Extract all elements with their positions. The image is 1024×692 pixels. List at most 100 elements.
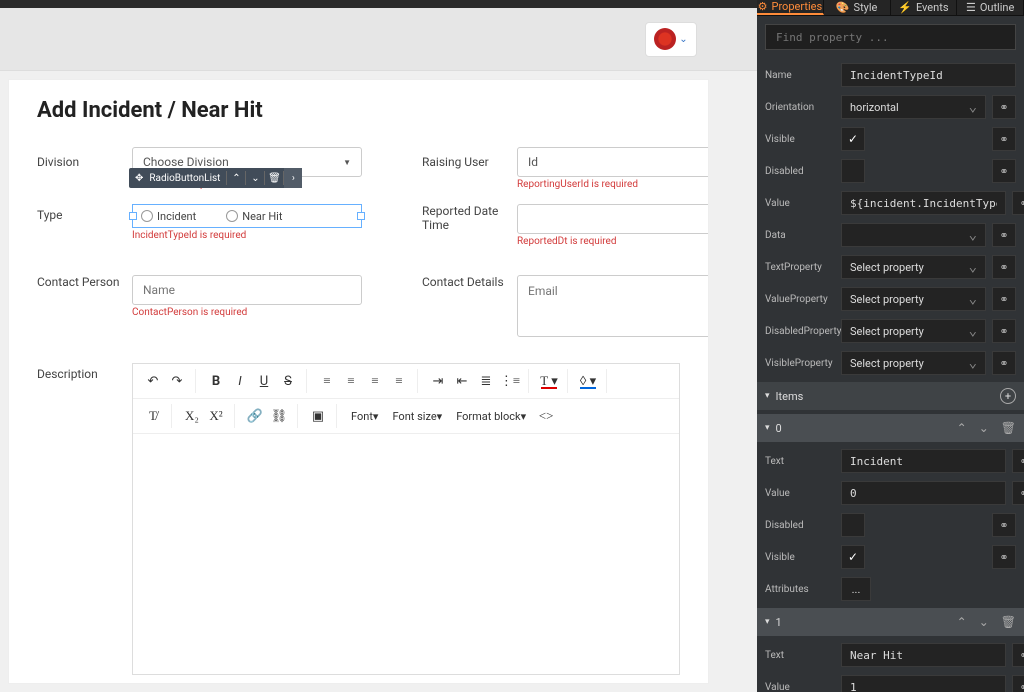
- item0-value-input[interactable]: [841, 481, 1006, 505]
- bind-icon[interactable]: ⚭: [992, 255, 1016, 279]
- bind-icon[interactable]: ⚭: [992, 513, 1016, 537]
- prop-valueprop-select[interactable]: Select property: [841, 287, 986, 311]
- move-down-icon[interactable]: ⌄: [979, 421, 989, 435]
- contact-person-input[interactable]: [132, 275, 362, 305]
- rich-text-editor: ↶ ↷ B I U S ≡ ≡ ≡ ≡: [132, 363, 680, 675]
- delete-icon[interactable]: 🗑: [1001, 421, 1016, 435]
- redo-icon[interactable]: ↷: [165, 369, 189, 393]
- align-justify-icon[interactable]: ≡: [387, 369, 411, 393]
- move-up-icon[interactable]: ⌃: [957, 421, 967, 435]
- items-section-header[interactable]: ▾ Items +: [757, 382, 1024, 410]
- bind-icon[interactable]: ⚭: [1012, 481, 1024, 505]
- bind-icon[interactable]: ⚭: [992, 159, 1016, 183]
- prop-value-input[interactable]: [841, 191, 1006, 215]
- item0-attributes-button[interactable]: ...: [841, 577, 871, 601]
- tab-outline[interactable]: ☰Outline: [957, 0, 1024, 15]
- fontsize-dropdown[interactable]: Font size ▾: [386, 404, 448, 428]
- tab-properties[interactable]: ⚙Properties: [757, 0, 824, 15]
- align-right-icon[interactable]: ≡: [363, 369, 387, 393]
- prop-disabled-checkbox[interactable]: [841, 159, 865, 183]
- bind-icon[interactable]: ⚭: [992, 95, 1016, 119]
- item0-visible-checkbox[interactable]: ✓: [841, 545, 865, 569]
- bind-icon[interactable]: ⚭: [1012, 191, 1024, 215]
- bold-icon[interactable]: B: [204, 369, 228, 393]
- undo-icon[interactable]: ↶: [141, 369, 165, 393]
- font-dropdown[interactable]: Font ▾: [345, 404, 384, 428]
- move-up-icon[interactable]: ⌃: [957, 615, 967, 629]
- subscript-icon[interactable]: X₂: [180, 404, 204, 428]
- prop-disabledprop-select[interactable]: Select property: [841, 319, 986, 343]
- prop-textprop-select[interactable]: Select property: [841, 255, 986, 279]
- nav-up-icon[interactable]: ⌃: [227, 168, 245, 188]
- align-center-icon[interactable]: ≡: [339, 369, 363, 393]
- bind-icon[interactable]: ⚭: [992, 223, 1016, 247]
- bind-icon[interactable]: ⚭: [992, 351, 1016, 375]
- unordered-list-icon[interactable]: ⋮≡: [498, 369, 522, 393]
- add-item-icon[interactable]: +: [1000, 388, 1016, 404]
- tab-style[interactable]: 🎨Style: [824, 0, 891, 15]
- prop-visibleprop-select[interactable]: Select property: [841, 351, 986, 375]
- superscript-icon[interactable]: X²: [204, 404, 228, 428]
- italic-icon[interactable]: I: [228, 369, 252, 393]
- item0-label-attributes: Attributes: [765, 584, 835, 595]
- prop-data-select[interactable]: [841, 223, 986, 247]
- error-reported: ReportedDt is required: [517, 236, 709, 247]
- move-down-icon[interactable]: ⌄: [979, 615, 989, 629]
- outline-icon: ☰: [966, 1, 976, 14]
- bg-color-icon[interactable]: ◊ ▾: [576, 369, 600, 393]
- bind-icon[interactable]: ⚭: [1012, 643, 1024, 667]
- item0-text-input[interactable]: [841, 449, 1006, 473]
- item-0-header[interactable]: ▾ 0 ⌃ ⌄ 🗑: [757, 414, 1024, 442]
- error-type: IncidentTypeId is required: [132, 230, 362, 241]
- label-reported: Reported Date Time: [422, 190, 507, 232]
- radio-button-list[interactable]: Incident Near Hit: [132, 204, 362, 228]
- unlink-icon[interactable]: ⛓: [267, 404, 291, 428]
- user-menu[interactable]: ⌄: [645, 22, 697, 57]
- raising-user-dropdown[interactable]: Id: [517, 147, 709, 177]
- bind-icon[interactable]: ⚭: [1012, 449, 1024, 473]
- chevron-down-icon[interactable]: ▾: [765, 617, 770, 627]
- radio-option-nearhit[interactable]: Near Hit: [226, 210, 282, 223]
- radio-option-incident[interactable]: Incident: [141, 210, 196, 223]
- item1-text-input[interactable]: [841, 643, 1006, 667]
- strike-icon[interactable]: S: [276, 369, 300, 393]
- prop-visible-checkbox[interactable]: ✓: [841, 127, 865, 151]
- nav-right-icon[interactable]: ›: [284, 168, 302, 188]
- reported-datepicker[interactable]: [517, 204, 709, 234]
- item0-disabled-checkbox[interactable]: [841, 513, 865, 537]
- chevron-down-icon[interactable]: ▾: [765, 423, 770, 433]
- editor-content[interactable]: [133, 434, 679, 674]
- source-icon[interactable]: <>: [534, 404, 558, 428]
- property-search-input[interactable]: [765, 24, 1016, 50]
- indent-icon[interactable]: ⇥: [426, 369, 450, 393]
- formatblock-dropdown[interactable]: Format block ▾: [450, 404, 532, 428]
- bind-icon[interactable]: ⚭: [992, 319, 1016, 343]
- bind-icon[interactable]: ⚭: [992, 127, 1016, 151]
- item-1-header[interactable]: ▾ 1 ⌃ ⌄ 🗑: [757, 608, 1024, 636]
- item1-value-input[interactable]: [841, 675, 1006, 692]
- image-icon[interactable]: ▣: [306, 404, 330, 428]
- contact-details-textarea[interactable]: [517, 275, 709, 337]
- bind-icon[interactable]: ⚭: [992, 545, 1016, 569]
- text-color-icon[interactable]: T ▾: [537, 369, 561, 393]
- underline-icon[interactable]: U: [252, 369, 276, 393]
- chevron-down-icon[interactable]: ▾: [765, 391, 770, 401]
- clear-format-icon[interactable]: T̸: [141, 404, 165, 428]
- outdent-icon[interactable]: ⇤: [450, 369, 474, 393]
- ordered-list-icon[interactable]: ≣: [474, 369, 498, 393]
- nav-down-icon[interactable]: ⌄: [246, 168, 264, 188]
- bind-icon[interactable]: ⚭: [1012, 675, 1024, 692]
- link-icon[interactable]: 🔗: [243, 404, 267, 428]
- tab-events[interactable]: ⚡Events: [891, 0, 958, 15]
- prop-name-input[interactable]: [841, 63, 1016, 87]
- properties-panel: ⚙Properties 🎨Style ⚡Events ☰Outline Name…: [757, 0, 1024, 692]
- prop-orientation-select[interactable]: horizontal: [841, 95, 986, 119]
- delete-icon[interactable]: 🗑: [265, 168, 283, 188]
- align-left-icon[interactable]: ≡: [315, 369, 339, 393]
- label-description: Description: [37, 363, 122, 675]
- bind-icon[interactable]: ⚭: [992, 287, 1016, 311]
- move-handle-icon[interactable]: ✥: [129, 168, 149, 188]
- selection-toolbar: ✥ RadioButtonList ⌃ ⌄ 🗑 ›: [129, 168, 302, 188]
- selected-component-label: RadioButtonList: [149, 173, 226, 184]
- delete-icon[interactable]: 🗑: [1001, 615, 1016, 629]
